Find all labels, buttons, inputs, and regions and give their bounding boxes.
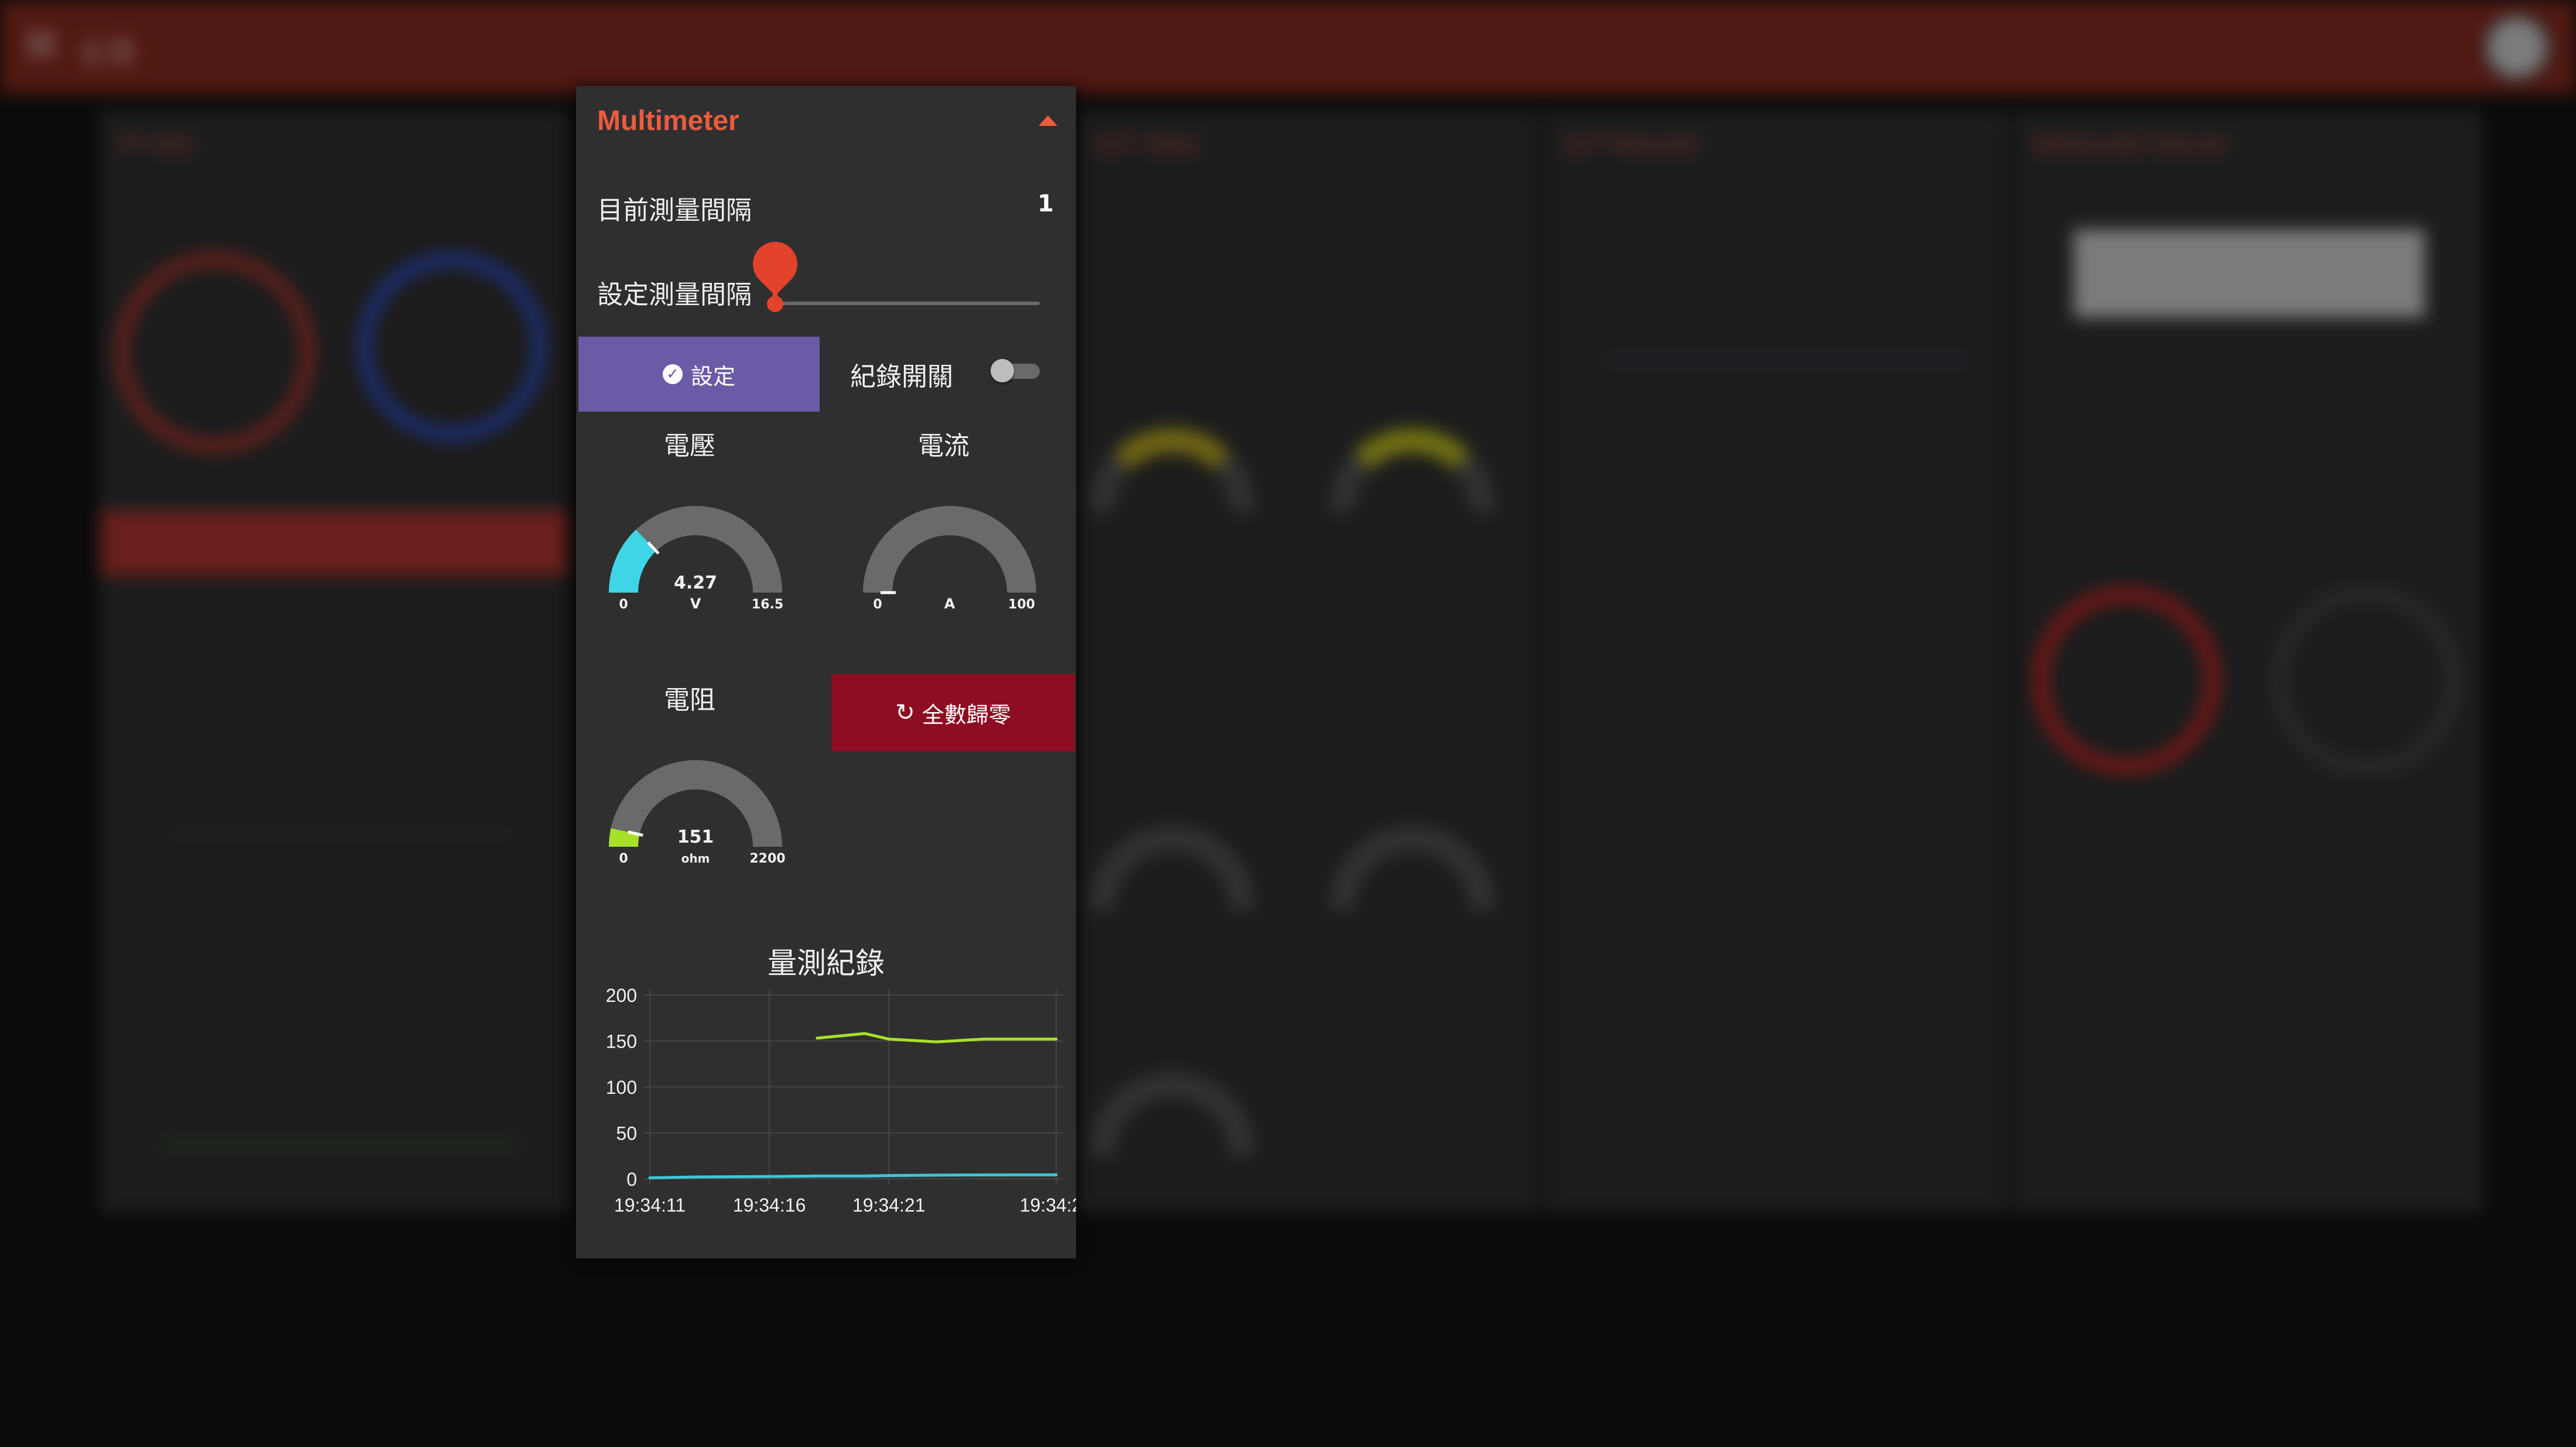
series-point bbox=[1054, 1037, 1058, 1041]
chart-axis bbox=[165, 833, 516, 836]
chart-line bbox=[1605, 358, 1968, 362]
series-point bbox=[768, 1175, 771, 1178]
set-button[interactable]: ✓ 設定 bbox=[578, 337, 820, 412]
ping-gauge bbox=[2033, 587, 2220, 774]
refresh-icon: ↻ bbox=[895, 699, 915, 726]
gauge-max-label: 2200 bbox=[749, 851, 785, 866]
current-gauge-title: 電流 bbox=[918, 431, 970, 461]
series-point bbox=[1054, 1173, 1058, 1176]
check-circle-icon: ✓ bbox=[662, 364, 683, 384]
reset-all-button[interactable]: ↻ 全數歸零 bbox=[831, 674, 1075, 751]
gauge-value: 151 bbox=[677, 827, 714, 847]
x-tick-label: 19:34:11 bbox=[614, 1195, 686, 1216]
gauge-max-label: 16.5 bbox=[752, 597, 783, 612]
series-point bbox=[696, 1175, 700, 1179]
gauge-min-label: 0 bbox=[619, 597, 628, 612]
y-tick-label: 200 bbox=[606, 985, 637, 1006]
voltage-gauge-title: 電壓 bbox=[664, 431, 715, 461]
group-title: Pi Info bbox=[118, 128, 195, 159]
series-point bbox=[648, 1176, 652, 1179]
current-gauge: A 0 100 bbox=[863, 506, 1036, 612]
x-tick-label: 19:34:16 bbox=[733, 1195, 806, 1216]
gauge-unit: A bbox=[944, 596, 955, 612]
slider-track[interactable] bbox=[775, 302, 1040, 305]
players-gauge bbox=[2273, 587, 2460, 774]
bg-gauge bbox=[1090, 1073, 1254, 1155]
bg-button[interactable] bbox=[101, 511, 567, 575]
chart-title: 量測紀錄 bbox=[768, 946, 885, 980]
group-minecraft-server: Minecraft Server bbox=[2014, 111, 2482, 1212]
cpu-gauge bbox=[115, 253, 314, 452]
resistance-gauge: 151 ohm 0 2200 bbox=[609, 760, 786, 866]
y-tick-label: 100 bbox=[606, 1077, 637, 1098]
chevron-up-icon[interactable] bbox=[1039, 115, 1057, 126]
gauge-max-label: 100 bbox=[1008, 597, 1035, 612]
bg-gauge bbox=[1330, 429, 1494, 511]
y-tick-label: 0 bbox=[626, 1169, 637, 1190]
series-point bbox=[887, 1037, 890, 1041]
voltage-gauge: 4.27 V 0 16.5 bbox=[609, 506, 783, 612]
series-point bbox=[816, 1036, 819, 1040]
x-tick-label: 19:34:21 bbox=[852, 1195, 926, 1216]
multimeter-panel: Multimeter 目前測量間隔 1 設定測量間隔 ✓ 設定 紀錄開關 電壓 … bbox=[576, 86, 1076, 1258]
toggle-knob[interactable] bbox=[991, 359, 1014, 382]
current-interval-label: 目前測量間隔 bbox=[597, 196, 752, 225]
app-title: 主頁 bbox=[76, 36, 138, 70]
record-toggle[interactable] bbox=[991, 359, 1040, 382]
chart-line bbox=[165, 1143, 516, 1147]
y-tick-label: 150 bbox=[606, 1031, 637, 1052]
gauge-unit: ohm bbox=[681, 851, 710, 866]
series-point bbox=[983, 1037, 986, 1041]
bg-gauge bbox=[1090, 429, 1254, 511]
panel-title: Multimeter bbox=[597, 105, 739, 136]
background-dashboard: 主頁 Pi Info IoT View IoT Record Minecraft… bbox=[0, 0, 2576, 1447]
y-tick-label: 50 bbox=[616, 1123, 637, 1144]
series-point bbox=[935, 1174, 938, 1177]
top-bar: 主頁 bbox=[0, 0, 2576, 94]
series-point bbox=[935, 1040, 938, 1044]
series-point bbox=[816, 1174, 819, 1178]
x-tick-label: 19:34:28 bbox=[1020, 1195, 1076, 1216]
measurement-chart: 0 50 100 150 200 19:34:11 19:34:16 19:34:21 19:3… bbox=[606, 985, 1076, 1216]
gauge-value: 4.27 bbox=[674, 573, 717, 593]
group-pi-info: Pi Info bbox=[100, 111, 568, 1212]
reset-all-label: 全數歸零 bbox=[922, 702, 1011, 728]
series-point bbox=[887, 1174, 890, 1178]
series-line bbox=[649, 1173, 1057, 1179]
group-title: IoT Record bbox=[1564, 128, 1697, 159]
server-banner bbox=[2074, 230, 2425, 317]
resistance-gauge-title: 電阻 bbox=[664, 685, 715, 715]
group-title: Minecraft Server bbox=[2033, 128, 2231, 159]
temp-gauge bbox=[358, 253, 546, 440]
gauge-track bbox=[863, 506, 1036, 593]
series-point bbox=[863, 1174, 866, 1178]
set-interval-label: 設定測量間隔 bbox=[597, 280, 752, 310]
panel-header[interactable]: Multimeter bbox=[576, 86, 1076, 156]
group-iot-view: IoT View bbox=[1077, 111, 1540, 1212]
group-title: IoT View bbox=[1096, 128, 1200, 159]
bg-gauge bbox=[1330, 827, 1494, 909]
set-button-label: 設定 bbox=[690, 363, 735, 389]
bg-gauge bbox=[1090, 827, 1254, 909]
slider-thumb[interactable] bbox=[767, 296, 783, 312]
group-iot-record: IoT Record bbox=[1546, 111, 2008, 1212]
avatar[interactable] bbox=[2482, 13, 2551, 82]
menu-icon[interactable] bbox=[26, 32, 56, 56]
series-point bbox=[863, 1032, 866, 1035]
gauge-min-label: 0 bbox=[873, 597, 882, 612]
record-toggle-label: 紀錄開關 bbox=[850, 362, 953, 392]
current-interval-value: 1 bbox=[1037, 190, 1054, 217]
gauge-unit: V bbox=[690, 596, 701, 612]
series-point bbox=[983, 1173, 986, 1176]
gauge-min-label: 0 bbox=[619, 851, 628, 866]
